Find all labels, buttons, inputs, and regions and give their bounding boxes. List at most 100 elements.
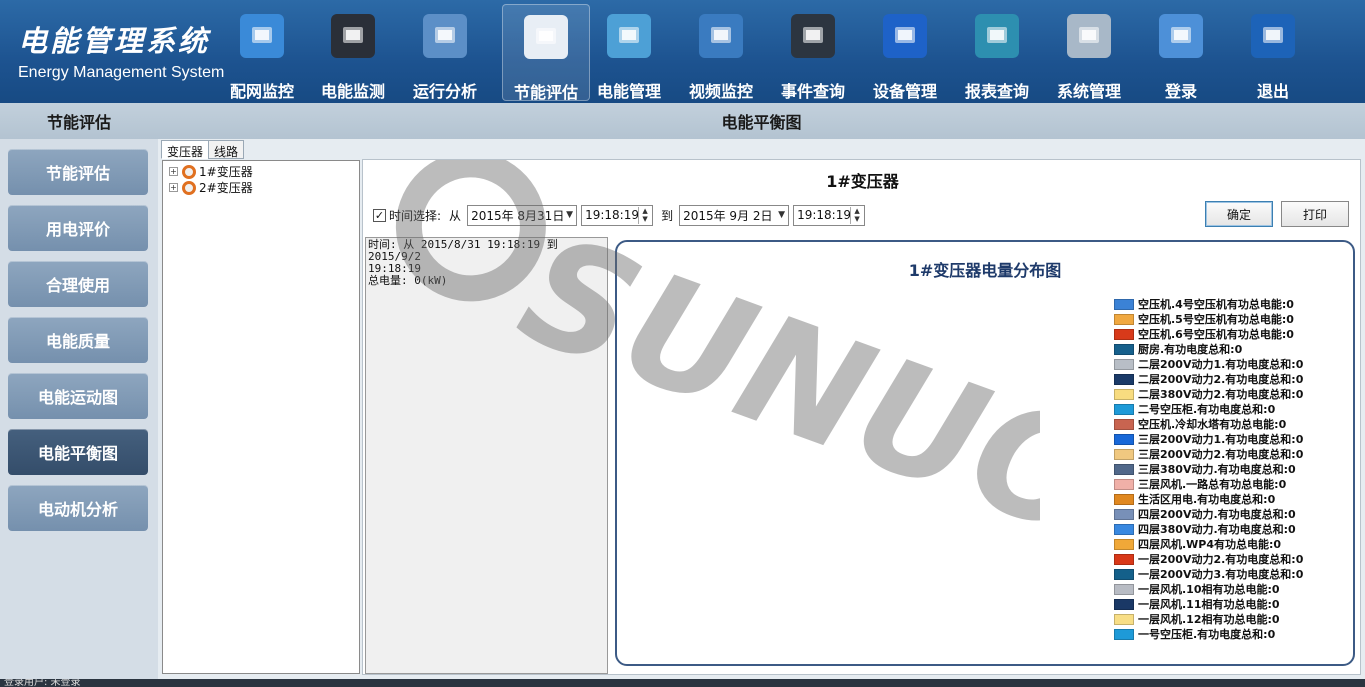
nav-item-7[interactable]: 事件查询: [769, 4, 857, 101]
legend-entry: 三层380V动力.有功电度总和:0: [1114, 462, 1296, 476]
sidebar: 节能评估 节能评估用电评价合理使用电能质量电能运动图电能平衡图电动机分析: [0, 103, 158, 679]
legend-label: 二层380V动力2.有功电度总和:0: [1138, 388, 1304, 401]
brand-subtitle: Energy Management System: [18, 64, 225, 81]
brand-title: 电能管理系统: [18, 24, 211, 58]
line-chart-icon: [423, 14, 467, 58]
nav-item-8[interactable]: 设备管理: [861, 4, 949, 101]
legend-label: 二号空压柜.有功电度总和:0: [1138, 403, 1276, 416]
legend-label: 厨房.有功电度总和:0: [1138, 343, 1243, 356]
legend-swatch: [1114, 493, 1134, 505]
legend-swatch: [1114, 373, 1134, 385]
document-pen-icon: [524, 15, 568, 59]
train-icon: [883, 14, 927, 58]
energy-distribution-chart: 1#变压器电量分布图 空压机.4号空压机有功总电能:0 空压机.5号空压机有功总电…: [615, 240, 1355, 666]
close-icon: [1251, 14, 1295, 58]
status-bar: 登录用户: 未登录: [0, 679, 1365, 687]
chevron-down-icon: ▼: [778, 210, 786, 220]
sidebar-title: 节能评估: [0, 103, 158, 139]
home-icon: [240, 14, 284, 58]
to-time-value: 19:18:19: [797, 208, 851, 222]
tab-line[interactable]: 线路: [208, 140, 245, 159]
legend-label: 空压机.6号空压机有功总电能:0: [1138, 328, 1294, 341]
expand-icon[interactable]: +: [169, 167, 178, 176]
status-text: 登录用户: 未登录: [4, 679, 81, 687]
page-title: 电能平衡图: [158, 103, 1365, 139]
legend-label: 四层380V动力.有功电度总和:0: [1138, 523, 1296, 536]
sidebar-item-4[interactable]: 电能质量: [8, 317, 148, 363]
nav-item-3[interactable]: 运行分析: [401, 4, 489, 101]
spinner-arrows-icon[interactable]: ▲ ▼: [638, 206, 651, 224]
from-date-picker[interactable]: 2015年 8月31日 ▼: [467, 204, 578, 226]
sidebar-item-1[interactable]: 节能评估: [8, 149, 148, 195]
legend-swatch: [1114, 298, 1134, 310]
nav-item-label: 视频监控: [688, 82, 753, 101]
to-time-spinner[interactable]: 19:18:19 ▲ ▼: [793, 204, 866, 226]
legend-entry: 三层200V动力1.有功电度总和:0: [1114, 432, 1303, 446]
sidebar-item-3[interactable]: 合理使用: [8, 261, 148, 307]
nav-item-label: 登录: [1164, 82, 1197, 101]
legend-swatch: [1114, 403, 1134, 415]
nav-item-2[interactable]: 电能监测: [309, 4, 397, 101]
to-date-picker[interactable]: 2015年 9月 2日 ▼: [679, 204, 790, 226]
legend-label: 二层200V动力1.有功电度总和:0: [1138, 358, 1304, 371]
legend-swatch: [1114, 613, 1134, 625]
header: 电能管理系统 Energy Management System 配网监控 电能监测…: [0, 0, 1365, 103]
spinner-arrows-icon[interactable]: ▲ ▼: [850, 206, 863, 224]
nav-item-label: 报表查询: [964, 82, 1029, 101]
legend-label: 三层风机.一路总有功总电能:0: [1138, 478, 1287, 491]
legend-entry: 三层200V动力2.有功电度总和:0: [1114, 447, 1303, 461]
legend-entry: 空压机.冷却水塔有功总电能:0: [1114, 417, 1286, 431]
legend-label: 一层风机.12相有功总电能:0: [1138, 613, 1280, 626]
nav-item-label: 设备管理: [872, 82, 937, 101]
time-select-checkbox[interactable]: ✓: [373, 208, 386, 222]
legend-entry: 生活区用电.有功电度总和:0: [1114, 492, 1275, 506]
sidebar-item-6[interactable]: 电能平衡图: [8, 429, 148, 475]
nav-item-label: 退出: [1256, 82, 1289, 101]
time-selector-row: ✓ 时间选择: 从 2015年 8月31日 ▼ 19:18:19 ▲ ▼ 到 20…: [373, 204, 866, 226]
legend-swatch: [1114, 523, 1134, 535]
nav-item-9[interactable]: 报表查询: [953, 4, 1041, 101]
confirm-button[interactable]: 确定: [1205, 201, 1273, 227]
nav-item-10[interactable]: 系统管理: [1045, 4, 1133, 101]
from-time-spinner[interactable]: 19:18:19 ▲ ▼: [581, 204, 654, 226]
app-window: 电能管理系统 Energy Management System 配网监控 电能监测…: [0, 0, 1365, 687]
legend-entry: 二号空压柜.有功电度总和:0: [1114, 402, 1275, 416]
legend-label: 一层200V动力2.有功电度总和:0: [1138, 553, 1304, 566]
chevron-down-icon: ▼: [566, 210, 574, 220]
info-total-energy: 总电量: 0(kW): [368, 274, 448, 287]
legend-label: 生活区用电.有功电度总和:0: [1138, 493, 1276, 506]
legend-entry: 二层200V动力1.有功电度总和:0: [1114, 357, 1303, 371]
transformer-node-icon: [182, 164, 196, 179]
nav-item-11[interactable]: 登录: [1137, 4, 1225, 101]
tab-transformer[interactable]: 变压器: [161, 140, 210, 159]
laptop-icon: [975, 14, 1019, 58]
expand-icon[interactable]: +: [169, 183, 178, 192]
legend-entry: 四层380V动力.有功电度总和:0: [1114, 522, 1296, 536]
nav-item-5[interactable]: 电能管理: [585, 4, 673, 101]
legend-entry: 二层380V动力2.有功电度总和:0: [1114, 387, 1303, 401]
nav-item-6[interactable]: 视频监控: [677, 4, 765, 101]
nav-item-1[interactable]: 配网监控: [218, 4, 306, 101]
legend-label: 空压机.4号空压机有功总电能:0: [1138, 298, 1294, 311]
sidebar-item-7[interactable]: 电动机分析: [8, 485, 148, 531]
nav-item-label: 节能评估: [513, 83, 578, 102]
legend-label: 三层380V动力.有功电度总和:0: [1138, 463, 1296, 476]
nav-item-12[interactable]: 退出: [1229, 4, 1317, 101]
legend-swatch: [1114, 583, 1134, 595]
tree-item-transformer-2[interactable]: + 2#变压器: [169, 180, 253, 195]
sidebar-item-2[interactable]: 用电评价: [8, 205, 148, 251]
chart-title: 1#变压器电量分布图: [908, 261, 1062, 280]
nav-item-label: 事件查询: [780, 82, 845, 101]
info-time-range: 时间: 从 2015/8/31 19:18:19 到 2015/9/2: [368, 238, 558, 263]
legend-entry: 三层风机.一路总有功总电能:0: [1114, 477, 1286, 491]
legend-swatch: [1114, 448, 1134, 460]
to-date-value: 2015年 9月 2日: [683, 208, 773, 223]
legend-label: 空压机.5号空压机有功总电能:0: [1138, 313, 1294, 326]
sidebar-item-5[interactable]: 电能运动图: [8, 373, 148, 419]
print-button[interactable]: 打印: [1281, 201, 1349, 227]
legend-entry: 空压机.5号空压机有功总电能:0: [1114, 312, 1294, 326]
tree-item-transformer-1[interactable]: + 1#变压器: [169, 164, 253, 179]
content-area: 1#变压器 ✓ 时间选择: 从 2015年 8月31日 ▼ 19:18:19 ▲…: [362, 159, 1361, 675]
nav-item-4[interactable]: 节能评估: [502, 4, 590, 102]
main-panel: 变压器 线路 + 1#变压器 + 2#变压器 1#变压器 ✓ 时间选择: 从 2…: [158, 139, 1365, 679]
